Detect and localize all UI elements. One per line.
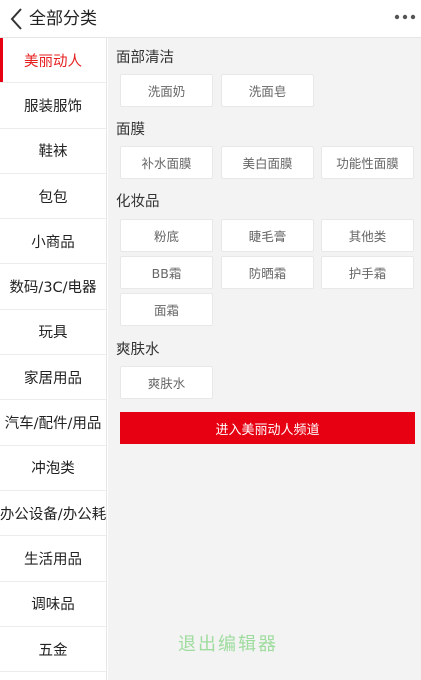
sidebar-item-seasoning[interactable]: 调味品 xyxy=(0,582,106,627)
section-title: 化妆品 xyxy=(116,194,160,210)
section-title: 面部清洁 xyxy=(116,50,174,66)
enter-channel-button[interactable]: 进入美丽动人频道 xyxy=(120,412,415,444)
back-button[interactable] xyxy=(6,6,28,32)
chevron-left-icon xyxy=(10,8,22,30)
tag-item[interactable]: 功能性面膜 xyxy=(321,146,414,179)
bottom-hint-text: 退出编辑器 xyxy=(178,634,278,655)
tag-item[interactable]: 睫毛膏 xyxy=(221,219,314,252)
sidebar-item-daily[interactable]: 生活用品 xyxy=(0,536,106,582)
category-sidebar: 美丽动人 服装服饰 鞋袜 包包 小商品 数码/3C/电器 玩具 家居用品 汽车/… xyxy=(0,38,107,680)
sidebar-item-beauty[interactable]: 美丽动人 xyxy=(0,38,106,84)
tag-item[interactable]: 其他类 xyxy=(321,219,414,252)
tag-item[interactable]: 美白面膜 xyxy=(221,146,314,179)
app: 全部分类 美丽动人 服装服饰 鞋袜 包包 小商品 数码/3C/电器 玩具 家居用… xyxy=(0,0,421,680)
sidebar-item-auto[interactable]: 汽车/配件/用品 xyxy=(0,400,106,446)
tag-item[interactable]: 补水面膜 xyxy=(120,146,213,179)
more-dots-icon xyxy=(394,14,416,20)
sidebar-item-digital[interactable]: 数码/3C/电器 xyxy=(0,264,106,310)
sidebar-item-small-goods[interactable]: 小商品 xyxy=(0,219,106,265)
sidebar-item-drinks[interactable]: 冲泡类 xyxy=(0,446,106,491)
tag-item[interactable]: 爽肤水 xyxy=(120,366,213,399)
tag-item[interactable]: 洗面奶 xyxy=(120,74,213,107)
sidebar-item-shoes-socks[interactable]: 鞋袜 xyxy=(0,129,106,174)
more-button[interactable] xyxy=(393,8,417,26)
top-bar: 全部分类 xyxy=(0,0,421,38)
sidebar-item-home[interactable]: 家居用品 xyxy=(0,355,106,401)
subcategory-panel: 面部清洁 洗面奶 洗面皂 面膜 补水面膜 美白面膜 功能性面膜 化妆品 粉底 睫… xyxy=(108,38,421,680)
tag-item[interactable]: 防晒霜 xyxy=(221,256,314,289)
sidebar-item-clothing[interactable]: 服装服饰 xyxy=(0,83,106,129)
sidebar-item-toys[interactable]: 玩具 xyxy=(0,310,106,356)
sidebar-item-hardware[interactable]: 五金 xyxy=(0,627,106,673)
sidebar-item-office[interactable]: 办公设备/办公耗 xyxy=(0,491,106,537)
tag-item[interactable]: 洗面皂 xyxy=(221,74,314,107)
page-title: 全部分类 xyxy=(29,9,97,29)
tag-item[interactable]: 面霜 xyxy=(120,293,213,326)
section-title: 面膜 xyxy=(116,122,145,138)
tag-item[interactable]: 护手霜 xyxy=(321,256,414,289)
section-title: 爽肤水 xyxy=(116,342,160,358)
sidebar-item-bags[interactable]: 包包 xyxy=(0,174,106,220)
tag-item[interactable]: BB霜 xyxy=(120,256,213,289)
tag-item[interactable]: 粉底 xyxy=(120,219,213,252)
